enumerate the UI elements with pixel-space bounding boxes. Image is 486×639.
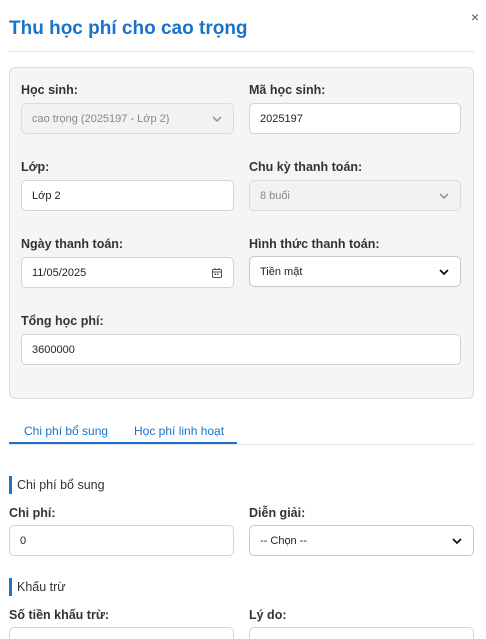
class-input[interactable]: Lớp 2	[21, 180, 234, 211]
deduction-reason-input[interactable]	[249, 627, 474, 639]
tabs-divider	[9, 444, 474, 445]
deduction-reason-label: Lý do:	[249, 608, 287, 622]
payment-method-select[interactable]: Tiền mặt	[249, 256, 461, 287]
extra-cost-section-title: Chi phí bổ sung	[9, 476, 105, 494]
tab-flexible-fee[interactable]: Học phí linh hoạt	[134, 424, 224, 438]
title-divider	[9, 51, 474, 52]
payment-date-label: Ngày thanh toán:	[21, 237, 124, 251]
calendar-icon[interactable]	[211, 267, 223, 279]
payment-method-label: Hình thức thanh toán:	[249, 237, 380, 251]
payment-cycle-label: Chu kỳ thanh toán:	[249, 160, 363, 174]
total-fee-value: 3600000	[32, 343, 75, 356]
close-icon[interactable]: ×	[468, 10, 482, 24]
student-code-input[interactable]: 2025197	[249, 103, 461, 134]
tab-extra-cost[interactable]: Chi phí bổ sung	[24, 424, 108, 438]
cost-label: Chi phí:	[9, 506, 56, 520]
deduction-section-title: Khấu trừ	[9, 578, 66, 596]
chevron-down-icon	[211, 113, 223, 125]
payment-date-value: 11/05/2025	[32, 266, 87, 279]
cost-value: 0	[20, 534, 27, 547]
deduction-amount-input[interactable]	[9, 627, 234, 639]
chevron-down-icon	[438, 266, 450, 278]
class-label: Lớp:	[21, 160, 50, 174]
student-select-value: cao trọng (2025197 - Lớp 2)	[32, 112, 170, 125]
cost-input[interactable]: 0	[9, 525, 234, 556]
chevron-down-icon	[438, 190, 450, 202]
total-fee-input[interactable]: 3600000	[21, 334, 461, 365]
description-label: Diễn giải:	[249, 506, 306, 520]
total-fee-label: Tổng học phí:	[21, 314, 104, 328]
student-label: Học sinh:	[21, 83, 78, 97]
student-code-label: Mã học sinh:	[249, 83, 326, 97]
deduction-amount-label: Số tiền khấu trừ:	[9, 608, 110, 622]
modal-title: Thu học phí cho cao trọng	[9, 18, 248, 39]
student-select: cao trọng (2025197 - Lớp 2)	[21, 103, 234, 134]
class-value: Lớp 2	[32, 189, 61, 202]
payment-method-value: Tiền mặt	[260, 265, 303, 278]
payment-cycle-select: 8 buổi	[249, 180, 461, 211]
student-code-value: 2025197	[260, 112, 303, 125]
description-value: -- Chọn --	[260, 534, 308, 547]
active-tab-indicator	[9, 442, 237, 444]
chevron-down-icon	[451, 535, 463, 547]
payment-date-input[interactable]: 11/05/2025	[21, 257, 234, 288]
description-select[interactable]: -- Chọn --	[249, 525, 474, 556]
payment-cycle-value: 8 buổi	[260, 189, 290, 202]
